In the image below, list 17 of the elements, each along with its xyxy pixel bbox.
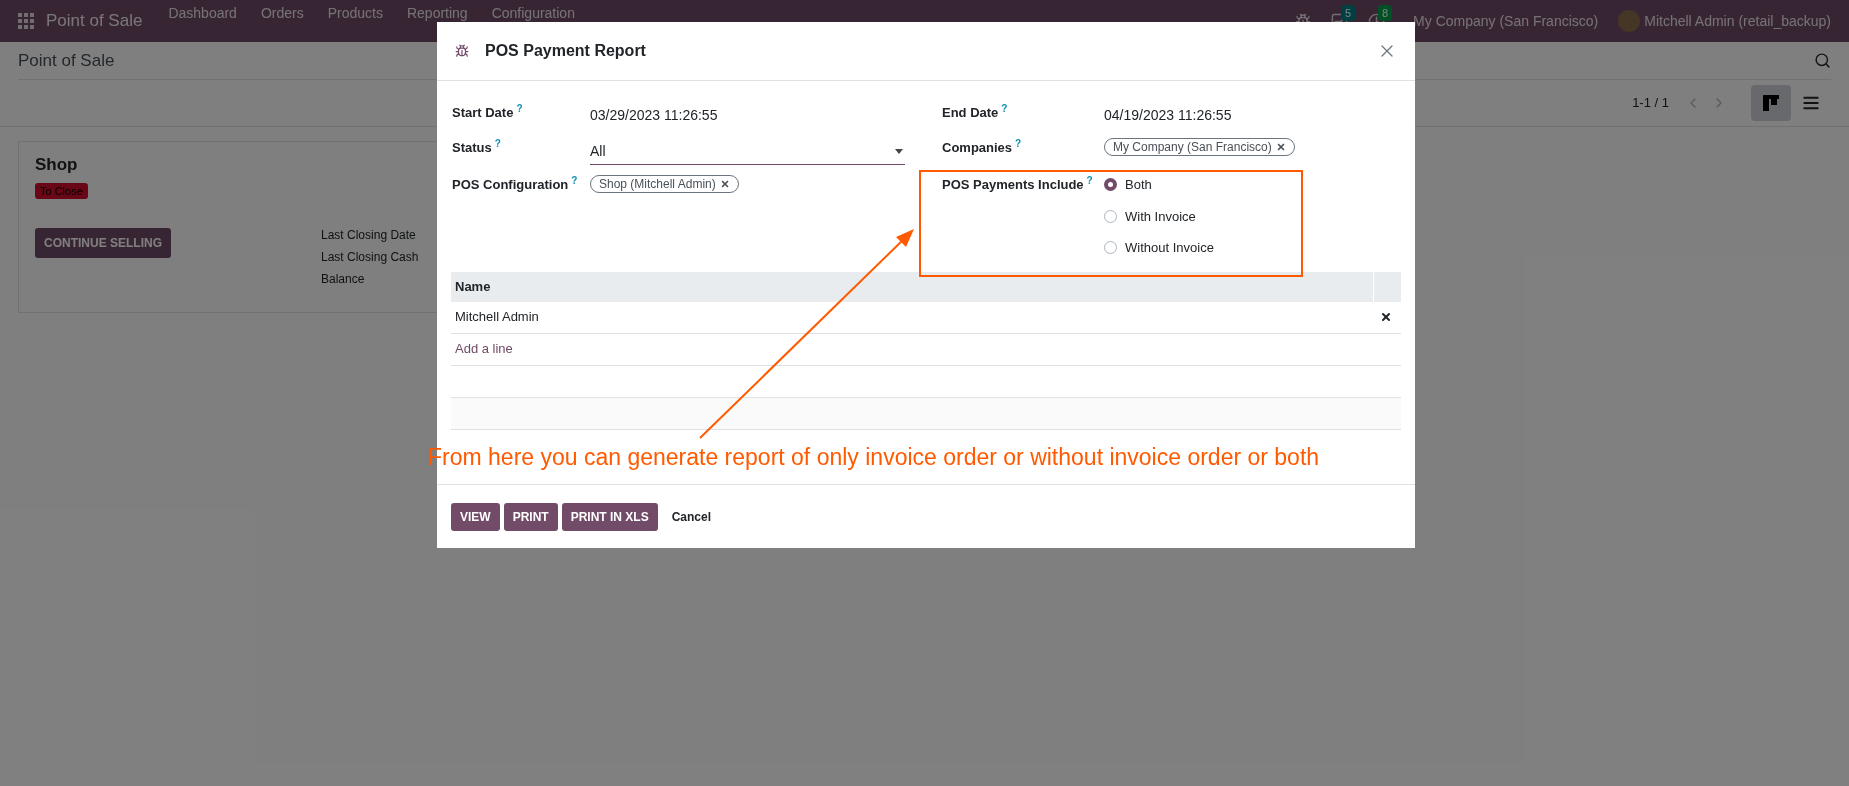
- field-label: Start Date $^{?}$: [452, 103, 524, 122]
- info-label: Last Closing Date: [321, 226, 417, 244]
- breadcrumb: Point of Sale: [18, 49, 115, 72]
- info-label: Balance: [321, 270, 366, 288]
- field-label: POS Configuration $^{?}$: [452, 175, 579, 194]
- dialog-title: POS Payment Report: [485, 41, 646, 61]
- pager: 1-1 / 1: [1632, 94, 1669, 113]
- info-label: Last Closing Cash: [321, 248, 419, 266]
- field-label: POS Payments Include $^{?}$: [942, 175, 1094, 194]
- card-title: Shop: [35, 154, 79, 176]
- annotation-text: From here you can generate report of only invoice order or without invoice order or both: [428, 443, 1320, 472]
- status-badge: To Close: [35, 182, 88, 199]
- activity-count-badge: 8: [1378, 4, 1393, 21]
- field-label: End Date $^{?}$: [942, 103, 1009, 122]
- field-label: Companies $^{?}$: [942, 138, 1023, 157]
- field-label: Status $^{?}$: [452, 138, 502, 157]
- message-count-badge: 5: [1341, 4, 1356, 21]
